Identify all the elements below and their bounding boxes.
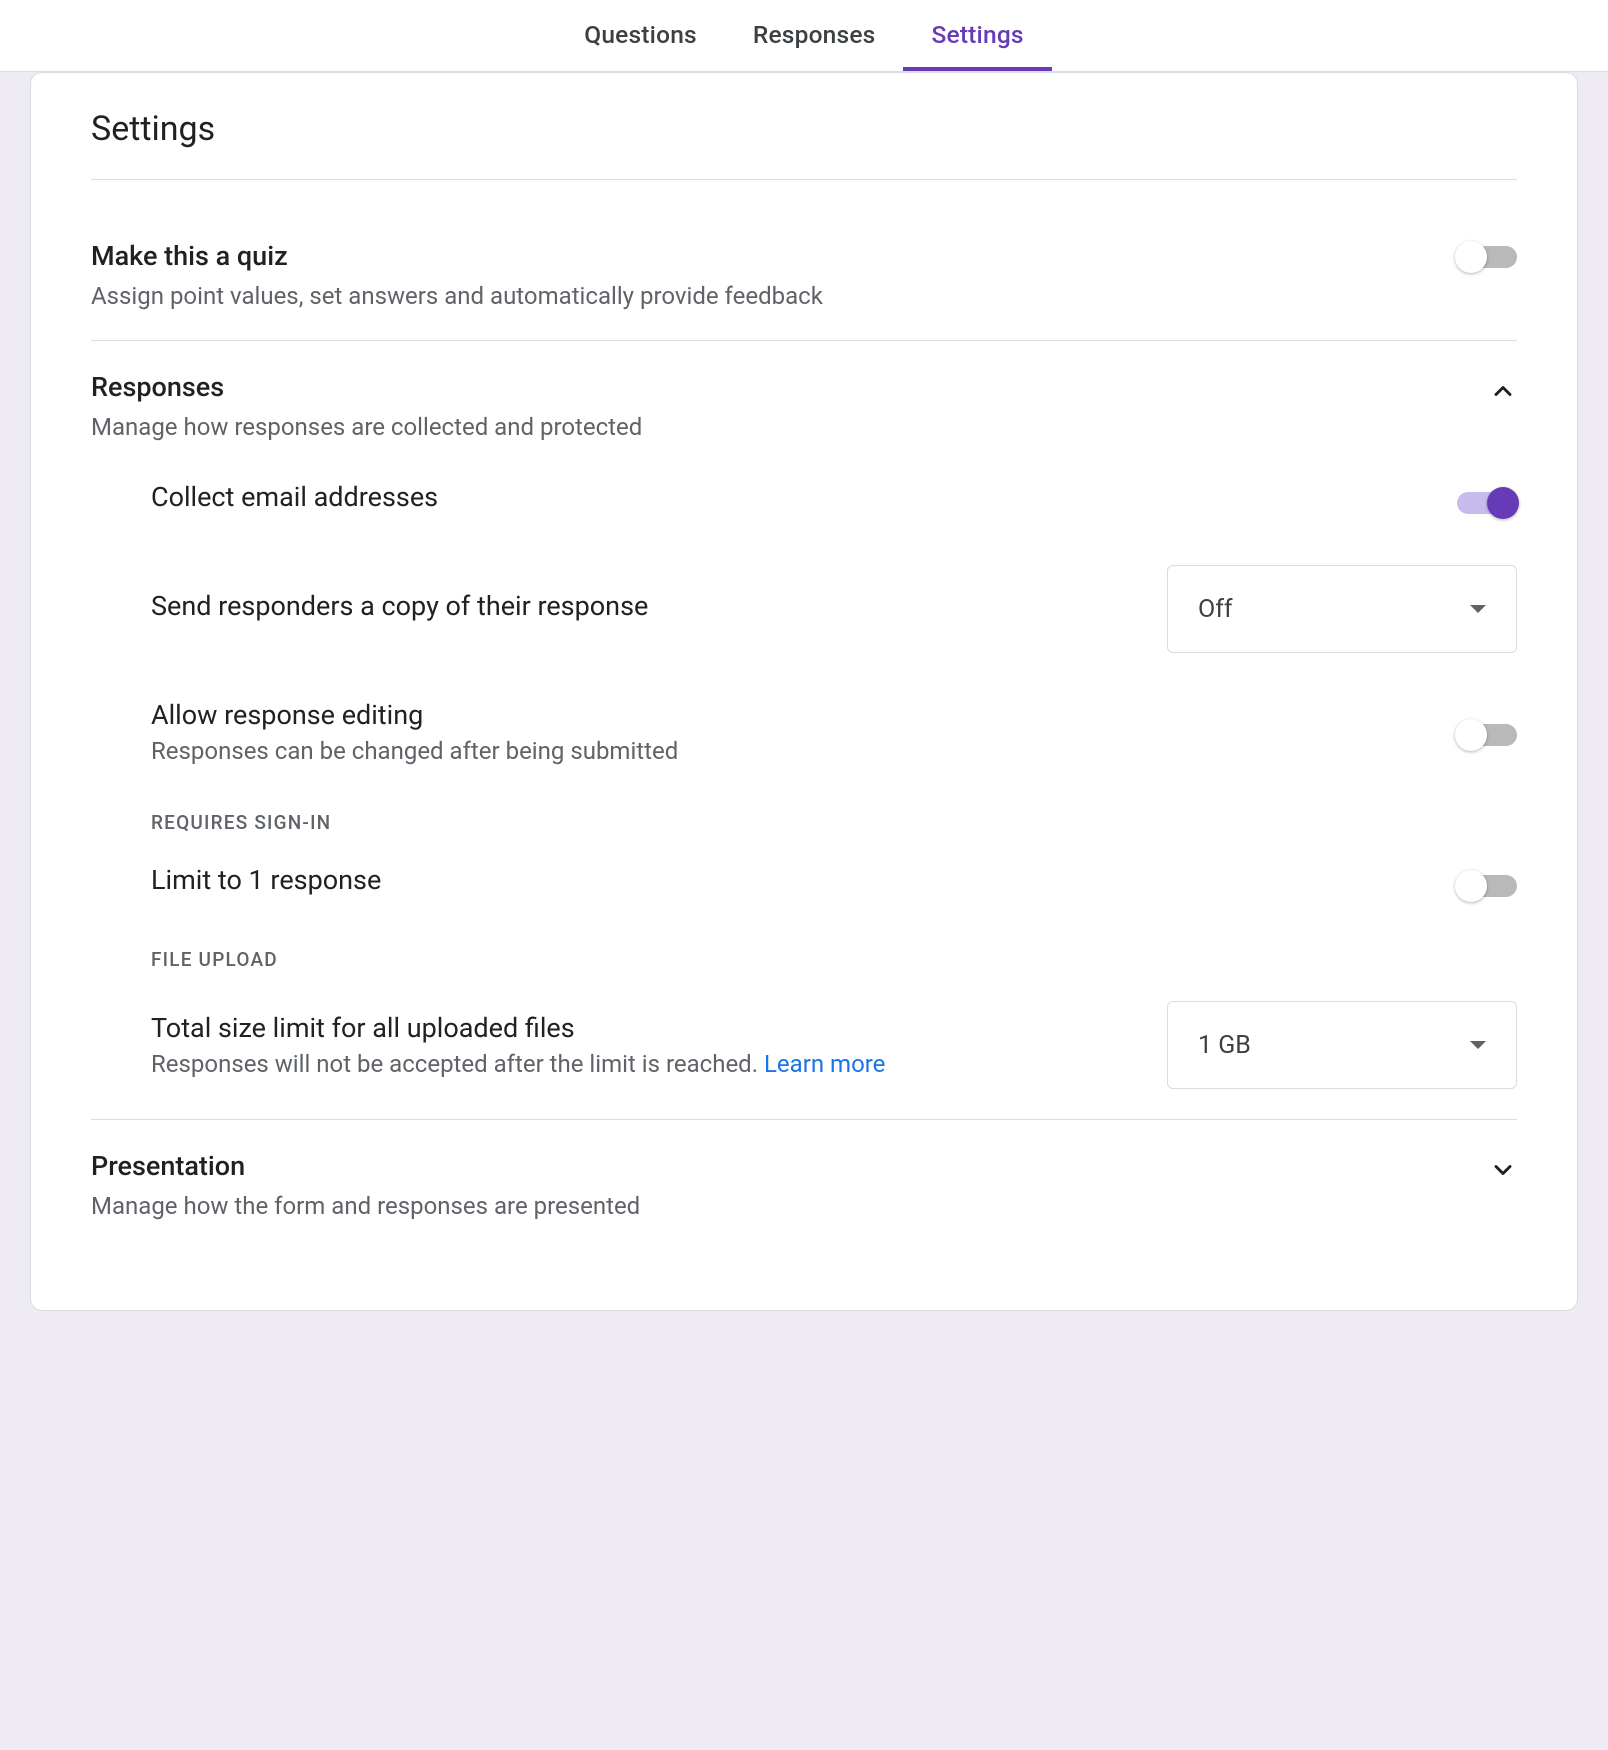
chevron-up-icon[interactable]	[1489, 377, 1517, 405]
section-presentation: Presentation Manage how the form and res…	[91, 1120, 1517, 1250]
responses-subtitle: Manage how responses are collected and p…	[91, 413, 1489, 441]
upload-header: FILE UPLOAD	[151, 948, 1517, 971]
send-copy-label: Send responders a copy of their response	[151, 590, 1147, 622]
total-size-select[interactable]: 1 GB	[1167, 1001, 1517, 1089]
send-copy-value: Off	[1198, 595, 1233, 624]
collect-email-label: Collect email addresses	[151, 481, 1437, 513]
send-copy-select[interactable]: Off	[1167, 565, 1517, 653]
tab-responses[interactable]: Responses	[725, 0, 904, 71]
allow-edit-title: Allow response editing	[151, 699, 1437, 731]
presentation-title: Presentation	[91, 1150, 1489, 1182]
limit-one-toggle[interactable]	[1457, 875, 1517, 897]
caret-down-icon	[1470, 1041, 1486, 1049]
collect-email-toggle[interactable]	[1457, 492, 1517, 514]
presentation-subtitle: Manage how the form and responses are pr…	[91, 1192, 1489, 1220]
total-size-value: 1 GB	[1198, 1031, 1251, 1060]
tab-bar: Questions Responses Settings	[0, 0, 1608, 72]
settings-card: Settings Make this a quiz Assign point v…	[30, 72, 1578, 1311]
allow-edit-subtitle: Responses can be changed after being sub…	[151, 737, 1437, 765]
tab-settings[interactable]: Settings	[903, 0, 1051, 71]
section-responses: Responses Manage how responses are colle…	[91, 341, 1517, 1120]
responses-title: Responses	[91, 371, 1489, 403]
chevron-down-icon[interactable]	[1489, 1156, 1517, 1184]
total-size-subtitle: Responses will not be accepted after the…	[151, 1050, 1147, 1078]
page-title: Settings	[91, 109, 1517, 180]
quiz-toggle[interactable]	[1457, 246, 1517, 268]
caret-down-icon	[1470, 605, 1486, 613]
total-size-title: Total size limit for all uploaded files	[151, 1012, 1147, 1044]
quiz-subtitle: Assign point values, set answers and aut…	[91, 282, 1457, 310]
quiz-title: Make this a quiz	[91, 240, 1457, 272]
learn-more-link[interactable]: Learn more	[764, 1050, 885, 1078]
signin-header: REQUIRES SIGN-IN	[151, 811, 1517, 834]
limit-one-label: Limit to 1 response	[151, 864, 1437, 896]
allow-edit-toggle[interactable]	[1457, 724, 1517, 746]
section-quiz: Make this a quiz Assign point values, se…	[91, 210, 1517, 341]
tab-questions[interactable]: Questions	[556, 0, 725, 71]
